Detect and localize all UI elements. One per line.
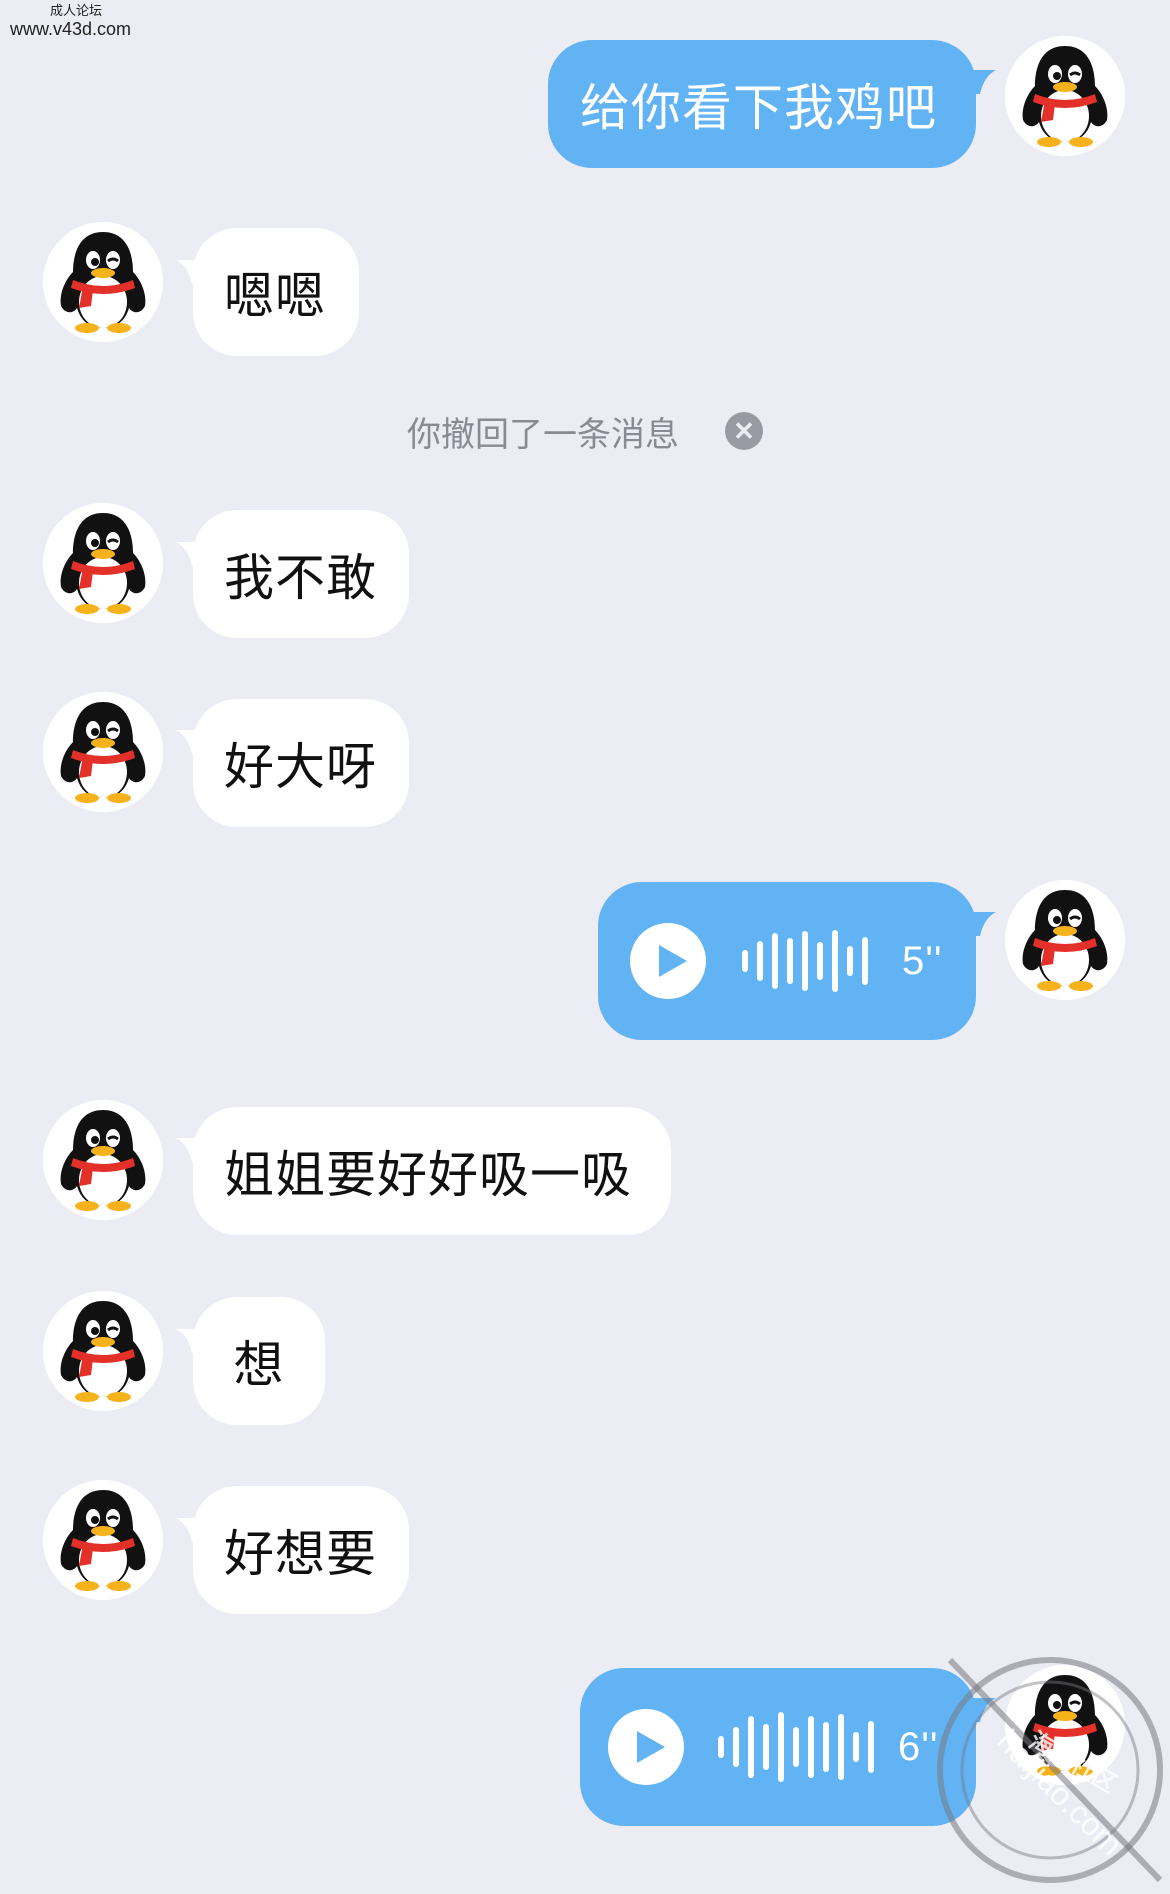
qq-penguin-icon xyxy=(1005,36,1125,156)
message-bubble-incoming[interactable]: 我不敢 xyxy=(193,510,409,638)
message-text: 想 xyxy=(233,1336,285,1394)
avatar[interactable] xyxy=(43,1291,163,1411)
play-icon[interactable] xyxy=(630,923,706,999)
qq-penguin-icon xyxy=(43,1291,163,1411)
qq-penguin-icon xyxy=(1005,880,1125,1000)
qq-penguin-icon xyxy=(43,692,163,812)
system-notice: 你撤回了一条消息 ✕ xyxy=(0,405,1170,457)
watermark-top: 成人论坛 www.v43d.com xyxy=(10,3,132,40)
message-bubble-outgoing[interactable]: 给你看下我鸡吧 xyxy=(548,40,976,168)
message-text: 姐姐要好好吸一吸 xyxy=(224,1146,632,1204)
avatar[interactable] xyxy=(1005,36,1125,156)
message-text: 嗯嗯 xyxy=(224,267,326,325)
qq-penguin-icon xyxy=(43,222,163,342)
play-icon[interactable] xyxy=(608,1709,684,1785)
message-bubble-incoming[interactable]: 好想要 xyxy=(193,1486,409,1614)
message-text: 给你看下我鸡吧 xyxy=(580,79,937,137)
recall-notice-text: 你撤回了一条消息 xyxy=(407,414,679,455)
bubble-tail xyxy=(972,70,996,94)
message-bubble-incoming[interactable]: 好大呀 xyxy=(193,699,409,827)
avatar[interactable] xyxy=(43,1480,163,1600)
avatar[interactable] xyxy=(43,1100,163,1220)
watermark-site-text: www.v43d.com xyxy=(10,18,132,39)
voice-message-bubble[interactable]: 5'' xyxy=(598,882,976,1040)
message-text: 我不敢 xyxy=(224,549,377,607)
bubble-tail xyxy=(972,912,996,936)
watermark-stamp: haijiao.com 海角社区 xyxy=(930,1650,1170,1890)
message-text: 好大呀 xyxy=(224,738,377,796)
waveform-icon xyxy=(718,1702,874,1792)
voice-message-bubble[interactable]: 6'' xyxy=(580,1668,976,1826)
avatar[interactable] xyxy=(43,503,163,623)
message-bubble-incoming[interactable]: 嗯嗯 xyxy=(193,228,359,356)
voice-duration: 5'' xyxy=(902,938,943,983)
avatar[interactable] xyxy=(1005,880,1125,1000)
qq-penguin-icon xyxy=(43,1480,163,1600)
qq-penguin-icon xyxy=(43,1100,163,1220)
message-bubble-incoming[interactable]: 想 xyxy=(193,1297,325,1425)
message-text: 好想要 xyxy=(224,1525,377,1583)
waveform-icon xyxy=(742,916,868,1006)
watermark-small-text: 成人论坛 xyxy=(50,3,103,18)
close-icon[interactable]: ✕ xyxy=(725,412,763,450)
avatar[interactable] xyxy=(43,692,163,812)
avatar[interactable] xyxy=(43,222,163,342)
qq-penguin-icon xyxy=(43,503,163,623)
message-bubble-incoming[interactable]: 姐姐要好好吸一吸 xyxy=(193,1107,671,1235)
